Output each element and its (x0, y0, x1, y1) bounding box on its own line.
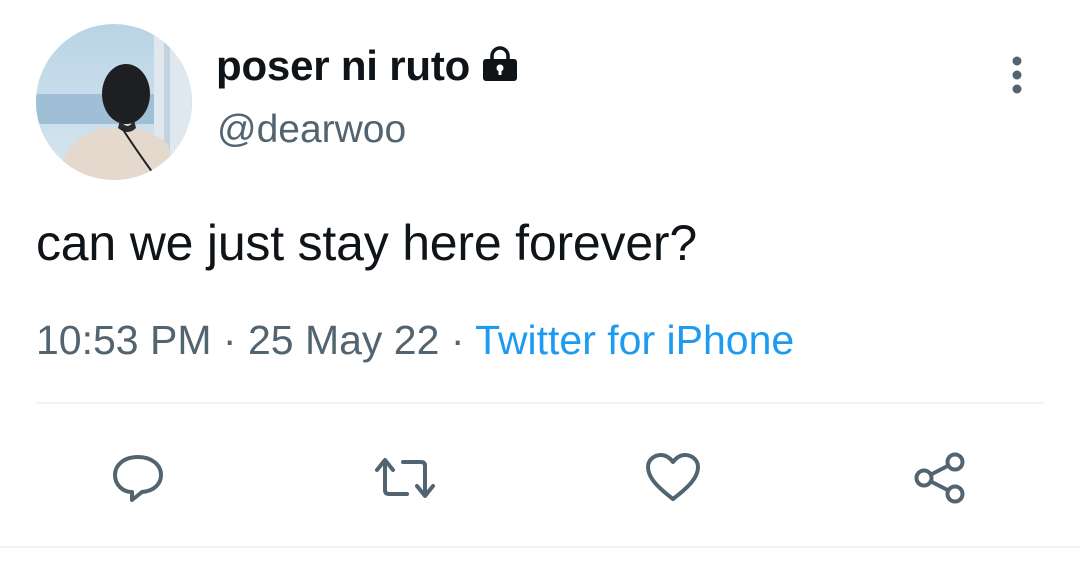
tweet-source-link[interactable]: Twitter for iPhone (475, 317, 794, 363)
meta-separator: · (222, 317, 237, 363)
tweet-text: can we just stay here forever? (36, 215, 697, 271)
divider (0, 546, 1080, 548)
like-button[interactable] (641, 446, 705, 510)
retweet-button[interactable] (373, 446, 437, 510)
reply-icon (113, 455, 163, 502)
tweet-date[interactable]: 25 May 22 (248, 317, 439, 363)
meta-separator: · (450, 317, 465, 363)
divider (36, 402, 1044, 404)
avatar[interactable] (36, 24, 192, 180)
share-icon (914, 452, 965, 504)
reply-button[interactable] (106, 446, 170, 510)
more-options-button[interactable] (996, 52, 1038, 98)
lock-icon (480, 46, 520, 82)
tweet-meta: 10:53 PM · 25 May 22 · Twitter for iPhon… (36, 317, 794, 363)
tweet-time[interactable]: 10:53 PM (36, 317, 212, 363)
author-handle[interactable]: @dearwoo (217, 110, 406, 149)
share-button[interactable] (908, 446, 972, 510)
author-display-name[interactable]: poser ni ruto (216, 45, 470, 87)
more-vertical-icon (1012, 56, 1022, 94)
avatar-image (36, 24, 192, 180)
author-name-row: poser ni ruto (216, 40, 520, 92)
retweet-icon (375, 458, 435, 498)
heart-icon (646, 453, 700, 501)
